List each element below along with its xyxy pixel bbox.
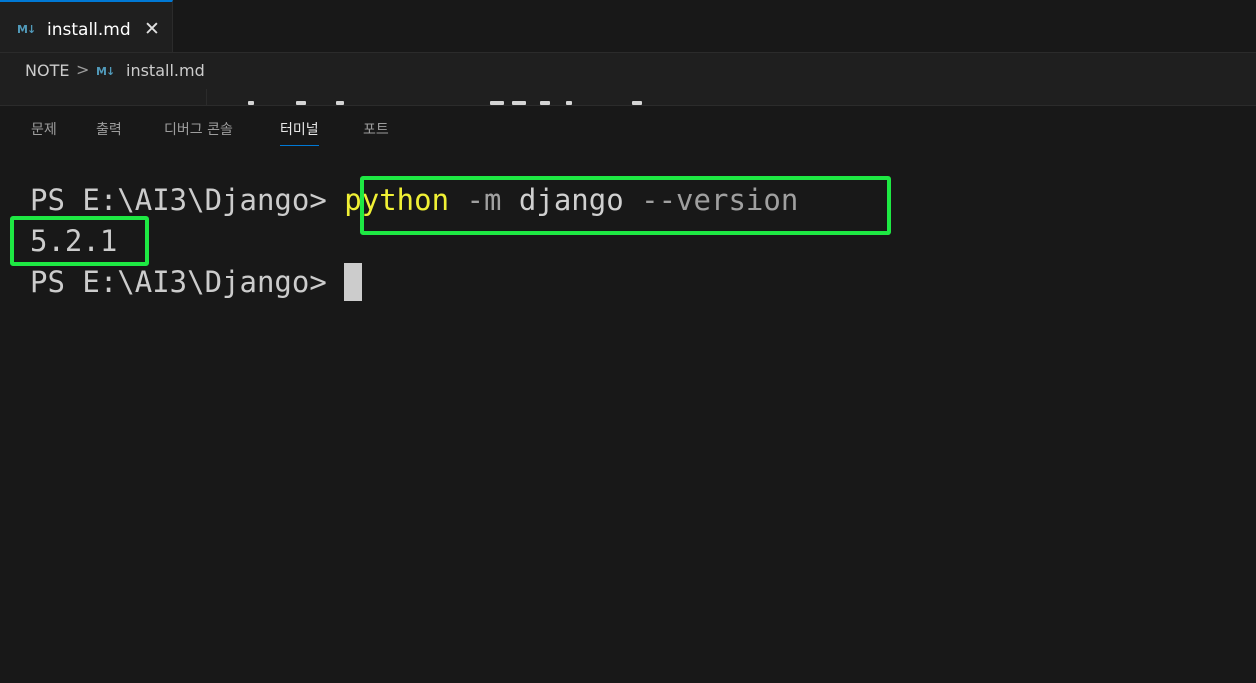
tab-ports[interactable]: 포트 <box>363 120 389 140</box>
tab-install-md[interactable]: M↓ install.md ✕ <box>0 0 173 52</box>
terminal-prompt: PS E:\AI3\Django> <box>30 183 327 217</box>
editor-text-fragment <box>240 97 660 105</box>
editor-tab-bar: M↓ install.md ✕ <box>0 0 1256 53</box>
tab-label: install.md <box>47 20 131 40</box>
bottom-panel: 문제 출력 디버그 콘솔 터미널 포트 PS E:\AI3\Django> py… <box>0 105 1256 683</box>
editor-gutter <box>0 89 207 105</box>
vscode-window: M↓ install.md ✕ NOTE > M↓ install.md 문제 … <box>0 0 1256 683</box>
tab-problems[interactable]: 문제 <box>31 120 57 140</box>
terminal[interactable]: PS E:\AI3\Django> python -m django --ver… <box>0 176 1256 676</box>
markdown-icon: M↓ <box>17 23 36 36</box>
terminal-prompt-line: PS E:\AI3\Django> <box>30 262 363 303</box>
chevron-right-icon: > <box>76 60 90 79</box>
breadcrumb-folder[interactable]: NOTE <box>25 61 69 81</box>
markdown-icon: M↓ <box>96 65 115 78</box>
command-highlight-box <box>360 176 891 235</box>
close-icon[interactable]: ✕ <box>144 18 160 40</box>
breadcrumb-file[interactable]: install.md <box>126 61 205 81</box>
terminal-cursor <box>344 263 363 301</box>
tab-output[interactable]: 출력 <box>96 120 122 140</box>
version-highlight-box <box>10 216 149 266</box>
tab-debug-console[interactable]: 디버그 콘솔 <box>164 120 233 140</box>
breadcrumb: NOTE > M↓ install.md <box>0 53 1256 89</box>
terminal-prompt-2: PS E:\AI3\Django> <box>30 265 327 299</box>
editor-content-peek <box>0 89 1256 105</box>
tab-terminal[interactable]: 터미널 <box>280 120 319 146</box>
